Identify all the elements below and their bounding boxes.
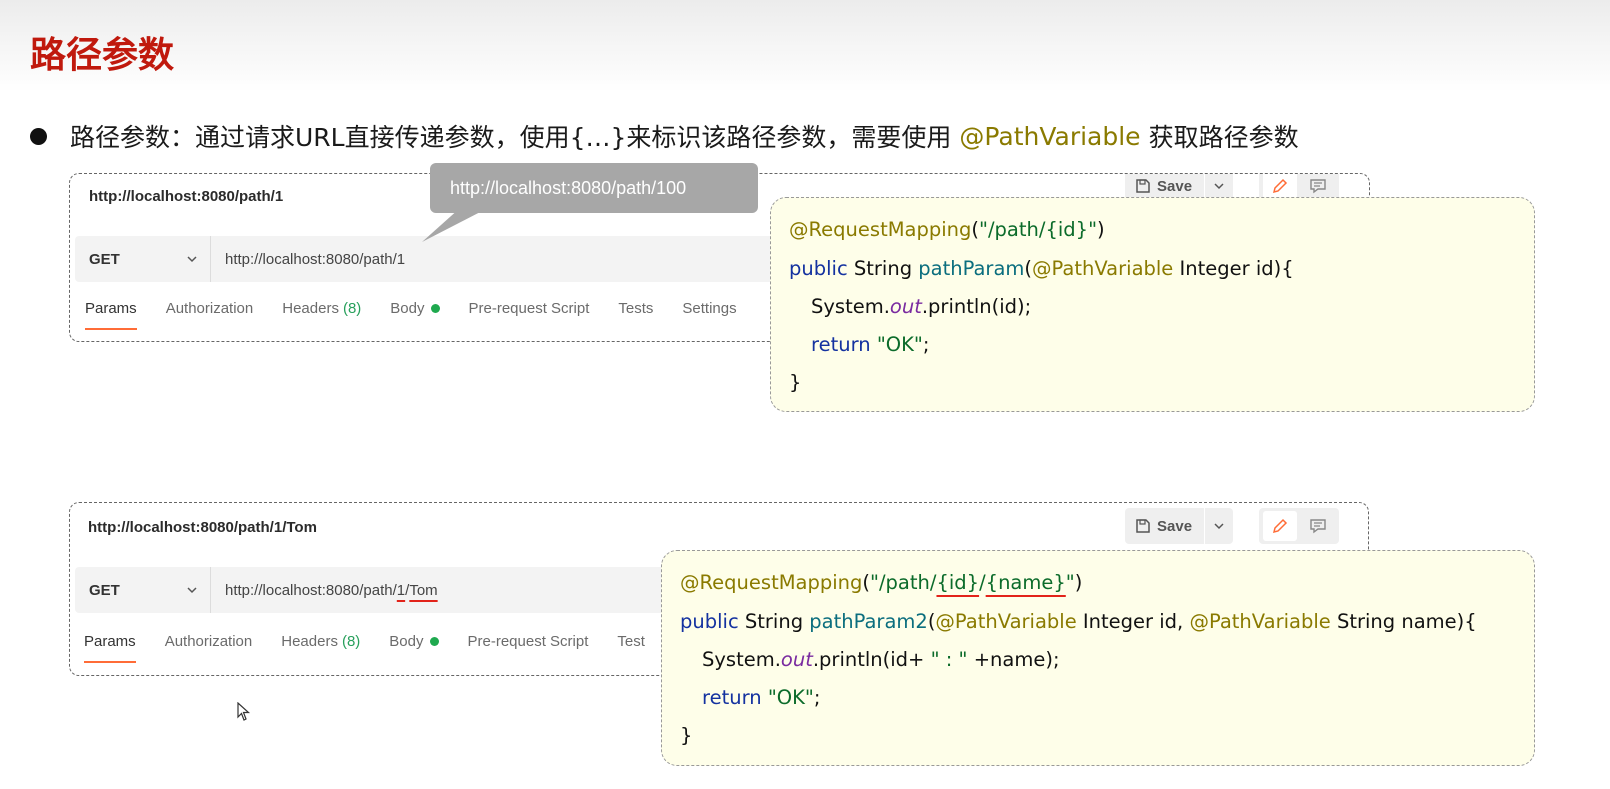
code-line: return "OK"; (702, 686, 821, 709)
tab-headers[interactable]: Headers (8) (282, 300, 361, 317)
tab-body[interactable]: Body (389, 633, 439, 650)
bullet-dot-icon (30, 127, 47, 145)
edit-toggle[interactable] (1263, 511, 1298, 541)
request-title: http://localhost:8080/path/1/Tom (88, 519, 317, 536)
code-line: System.out.println(id); (811, 295, 1032, 318)
tab-prerequest-script[interactable]: Pre-request Script (468, 633, 589, 650)
tab-authorization[interactable]: Authorization (166, 300, 254, 317)
code-line: } (680, 724, 693, 747)
comments-toggle[interactable] (1301, 511, 1335, 541)
mouse-cursor-icon (237, 702, 251, 721)
pencil-icon (1273, 178, 1288, 194)
bullet-suffix: 获取路径参数 (1148, 123, 1299, 152)
headers-count: (8) (342, 300, 362, 317)
tooltip-pointer (422, 208, 488, 242)
save-label: Save (1157, 177, 1193, 195)
code-line: public String pathParam2(@PathVariable I… (680, 610, 1477, 633)
tab-authorization[interactable]: Authorization (165, 633, 253, 650)
chevron-down-icon (187, 256, 197, 263)
code-line: @RequestMapping("/path/{id}") (789, 218, 1105, 241)
tab-params[interactable]: Params (85, 300, 137, 330)
tab-body[interactable]: Body (390, 300, 440, 317)
pencil-icon (1273, 518, 1288, 534)
view-toggle-group (1259, 508, 1340, 544)
bullet-annotation: @PathVariable (959, 121, 1141, 151)
header-band (0, 0, 1610, 92)
code-line: System.out.println(id+ " : " +name); (702, 648, 1060, 671)
request-toolbar: Save (1125, 508, 1340, 544)
code-line: @RequestMapping("/path/{id}/{name}") (680, 571, 1083, 594)
body-indicator-icon (430, 304, 440, 313)
slide-title: 路径参数 (30, 35, 175, 76)
chevron-down-icon[interactable] (1213, 520, 1225, 532)
method-select[interactable]: GET (75, 567, 211, 613)
save-icon (1136, 519, 1150, 533)
code-line: } (789, 371, 802, 394)
bullet-text: 路径参数：通过请求URL直接传递参数，使用{…}来标识该路径参数，需要使用 (70, 123, 952, 152)
url-tooltip: http://localhost:8080/path/100 (430, 163, 758, 213)
headers-count: (8) (341, 633, 361, 650)
method-label: GET (89, 581, 120, 599)
tab-tests[interactable]: Tests (618, 300, 653, 317)
tab-params[interactable]: Params (84, 633, 136, 663)
tab-headers[interactable]: Headers (8) (281, 633, 360, 650)
code-snippet-1: @RequestMapping("/path/{id}") public Str… (770, 197, 1535, 412)
bullet-point: 路径参数：通过请求URL直接传递参数，使用{…}来标识该路径参数，需要使用 @P… (30, 118, 1299, 154)
code-snippet-2: @RequestMapping("/path/{id}/{name}") pub… (661, 550, 1535, 766)
code-line: return "OK"; (811, 333, 930, 356)
method-select[interactable]: GET (75, 236, 211, 282)
url-id-segment: 1 (396, 581, 406, 599)
url-input[interactable]: http://localhost:8080/path/1/Tom (211, 582, 438, 599)
tab-tests[interactable]: Test (617, 633, 645, 650)
request-title: http://localhost:8080/path/1 (89, 188, 284, 205)
tab-settings[interactable]: Settings (682, 300, 736, 317)
request-tabs: Params Authorization Headers (8) Body Pre… (85, 300, 766, 330)
save-button[interactable]: Save (1125, 508, 1234, 544)
url-name-segment: Tom (409, 581, 438, 599)
request-tabs: Params Authorization Headers (8) Body Pre… (84, 633, 674, 663)
url-input[interactable]: http://localhost:8080/path/1 (211, 251, 405, 268)
method-label: GET (89, 250, 120, 268)
save-icon (1136, 179, 1150, 193)
comment-icon (1310, 179, 1326, 194)
chevron-down-icon[interactable] (1213, 180, 1225, 192)
comment-icon (1310, 519, 1326, 534)
save-label: Save (1157, 517, 1193, 535)
tab-prerequest-script[interactable]: Pre-request Script (469, 300, 590, 317)
code-line: public String pathParam(@PathVariable In… (789, 257, 1294, 280)
chevron-down-icon (187, 587, 197, 594)
body-indicator-icon (429, 637, 439, 646)
